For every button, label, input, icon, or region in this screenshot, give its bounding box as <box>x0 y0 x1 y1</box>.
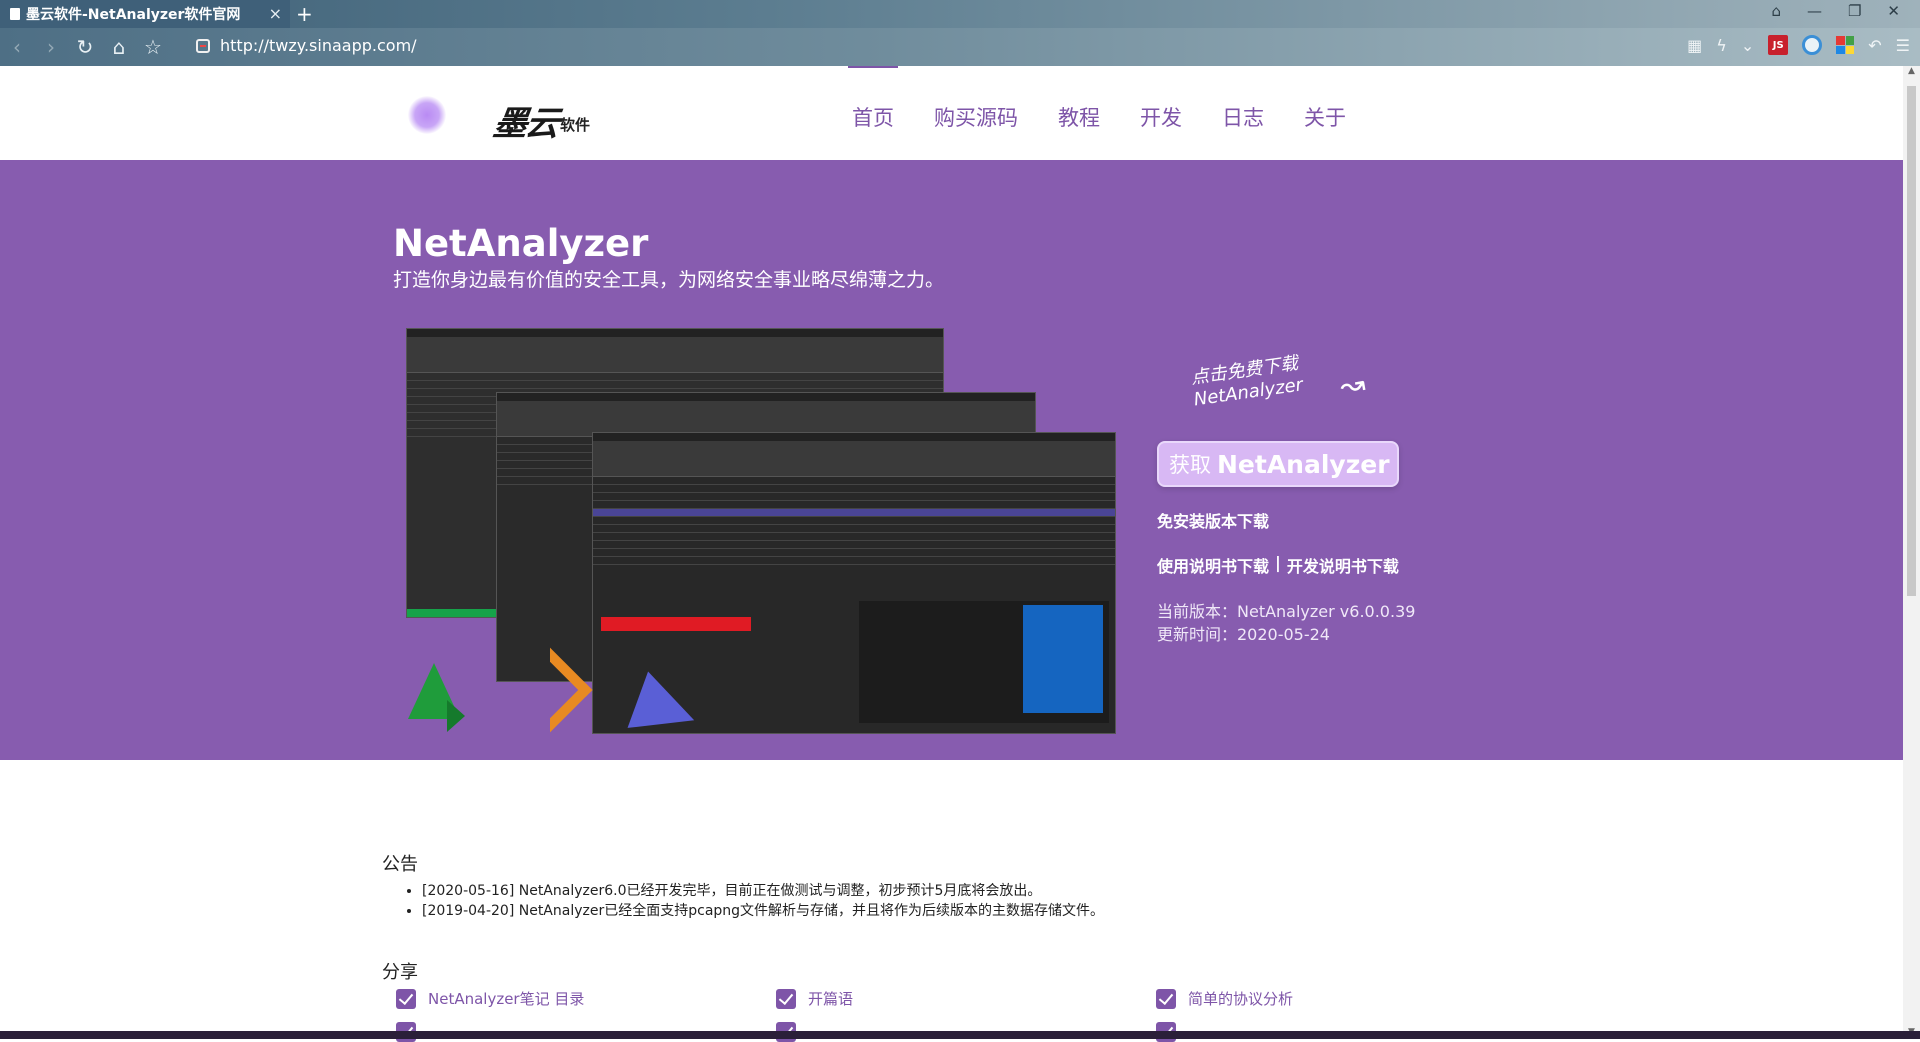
page-scrollbar[interactable]: ▲ ▼ <box>1903 66 1920 1039</box>
scroll-up-icon[interactable]: ▲ <box>1903 66 1920 83</box>
url-field[interactable]: http://twzy.sinaapp.com/ <box>196 36 417 55</box>
share-item[interactable]: 开篇语 <box>776 988 853 1009</box>
notice-title: 公告 <box>382 854 418 875</box>
logo-glow <box>408 96 446 134</box>
docs-download-links: 使用说明书下载 | 开发说明书下载 <box>1157 553 1399 577</box>
nav-develop[interactable]: 开发 <box>1140 66 1182 160</box>
current-version: 当前版本：NetAnalyzer v6.0.0.39 <box>1157 602 1416 621</box>
share-item[interactable]: NetAnalyzer笔记 目录 <box>396 988 584 1009</box>
lightning-icon[interactable]: ϟ <box>1716 36 1727 55</box>
cta-product-name: NetAnalyzer <box>1217 449 1390 479</box>
taskbar-strip <box>0 1031 1920 1039</box>
chevron-down-icon[interactable]: ⌄ <box>1741 36 1754 55</box>
list-item: [2019-04-20] NetAnalyzer已经全面支持pcapng文件解析… <box>422 900 1104 920</box>
link-separator: | <box>1275 553 1281 572</box>
checkbox-icon <box>396 988 416 1009</box>
share-title: 分享 <box>382 962 418 983</box>
address-bar: ‹ › ↻ ⌂ ☆ http://twzy.sinaapp.com/ ▦ ϟ ⌄… <box>0 28 1920 66</box>
qr-code-icon[interactable]: ▦ <box>1687 36 1702 55</box>
portable-download-link[interactable]: 免安装版本下载 <box>1157 508 1269 532</box>
download-hint: 点击免费下载 NetAnalyzer <box>1189 352 1305 411</box>
apps-grid-icon[interactable] <box>1836 36 1855 54</box>
logo[interactable]: 墨云 <box>491 96 562 145</box>
bookmark-star-icon[interactable]: ☆ <box>136 35 170 59</box>
tab-title: 墨云软件-NetAnalyzer软件官网 <box>26 7 241 23</box>
window-controls: ⌂ — ❐ ✕ <box>1771 2 1900 20</box>
share-item[interactable]: 简单的协议分析 <box>1156 988 1293 1009</box>
list-item: [2020-05-16] NetAnalyzer6.0已经开发完毕，目前正在做测… <box>422 880 1104 900</box>
page-icon <box>10 8 20 20</box>
shirt-icon[interactable]: ⌂ <box>1771 2 1781 20</box>
minimize-icon[interactable]: — <box>1807 2 1822 20</box>
menu-icon[interactable]: ☰ <box>1896 36 1910 55</box>
cta-prefix: 获取 <box>1169 453 1211 477</box>
update-time: 更新时间：2020-05-24 <box>1157 625 1330 644</box>
close-window-icon[interactable]: ✕ <box>1887 2 1900 20</box>
manual-download-link[interactable]: 使用说明书下载 <box>1157 553 1269 577</box>
hero-title: NetAnalyzer <box>393 222 649 265</box>
js-extension-icon[interactable]: JS <box>1768 35 1789 55</box>
site-info-icon[interactable] <box>196 38 210 53</box>
nav-tutorials[interactable]: 教程 <box>1058 66 1100 160</box>
dev-manual-download-link[interactable]: 开发说明书下载 <box>1287 553 1399 577</box>
main-nav: 首页 购买源码 教程 开发 日志 关于 <box>848 66 1386 160</box>
home-icon[interactable]: ⌂ <box>102 35 136 59</box>
nav-log[interactable]: 日志 <box>1222 66 1264 160</box>
reload-icon[interactable]: ↻ <box>68 35 102 59</box>
site-header: 墨云 软件 首页 购买源码 教程 开发 日志 关于 <box>0 66 1903 160</box>
url-text[interactable]: http://twzy.sinaapp.com/ <box>220 36 417 55</box>
checkbox-icon <box>1156 988 1176 1009</box>
green-sail-shadow <box>447 700 465 732</box>
browser-toolbar-right: ▦ ϟ ⌄ JS ↶ ☰ <box>1687 35 1910 55</box>
checkbox-icon <box>776 988 796 1009</box>
scroll-thumb[interactable] <box>1907 86 1916 596</box>
browser-tab-bar: 墨云软件-NetAnalyzer软件官网 × + ⌂ — ❐ ✕ <box>0 0 1920 28</box>
logo-subtitle: 软件 <box>560 116 591 134</box>
hero-subtitle: 打造你身边最有价值的安全工具，为网络安全事业略尽绵薄之力。 <box>393 269 945 291</box>
close-tab-icon[interactable]: × <box>269 4 282 23</box>
maximize-icon[interactable]: ❐ <box>1848 2 1861 20</box>
nav-about[interactable]: 关于 <box>1304 66 1346 160</box>
browser-tab[interactable]: 墨云软件-NetAnalyzer软件官网 × <box>0 0 290 28</box>
notice-list: [2020-05-16] NetAnalyzer6.0已经开发完毕，目前正在做测… <box>404 880 1104 920</box>
hero-section: NetAnalyzer 打造你身边最有价值的安全工具，为网络安全事业略尽绵薄之力… <box>0 160 1903 760</box>
nav-buy-source[interactable]: 购买源码 <box>934 66 1018 160</box>
browser-extension-icon[interactable] <box>1802 35 1823 55</box>
get-netanalyzer-button[interactable]: 获取 NetAnalyzer <box>1157 441 1399 487</box>
new-tab-button[interactable]: + <box>296 2 313 26</box>
undo-icon[interactable]: ↶ <box>1868 36 1881 55</box>
curved-arrow-icon: ↝ <box>1337 366 1368 405</box>
forward-icon[interactable]: › <box>34 35 68 59</box>
nav-home[interactable]: 首页 <box>848 66 898 160</box>
back-icon[interactable]: ‹ <box>0 35 34 59</box>
